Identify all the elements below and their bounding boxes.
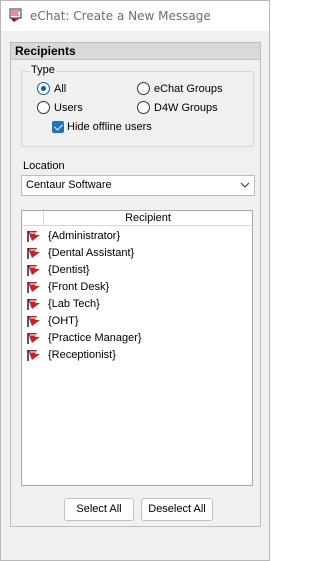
radio-echat-groups-indicator[interactable] — [137, 82, 150, 95]
recipients-panel: Recipients Type All eChat Groups Users D… — [10, 42, 261, 527]
recipient-name: {Front Desk} — [48, 281, 110, 293]
location-select-value: Centaur Software — [26, 179, 112, 191]
radio-all-label: All — [54, 82, 67, 95]
recipient-row[interactable]: {Administrator} — [22, 228, 252, 245]
group-flag-icon — [27, 231, 40, 242]
type-groupbox: Type All eChat Groups Users D4W Groups H… — [21, 64, 254, 147]
group-flag-icon — [27, 299, 40, 310]
deselect-all-button[interactable]: Deselect All — [141, 498, 213, 521]
hide-offline-checkbox[interactable]: Hide offline users — [52, 121, 152, 133]
window-title: eChat: Create a New Message — [30, 9, 211, 23]
recipient-row[interactable]: {Front Desk} — [22, 279, 252, 296]
radio-users[interactable]: Users — [37, 101, 83, 114]
recipient-rows: {Administrator} {Dental Assistant} {Dentis… — [22, 228, 252, 364]
icon-column-header[interactable] — [22, 211, 44, 226]
location-label: Location — [23, 160, 65, 172]
radio-users-label: Users — [54, 101, 83, 114]
radio-all[interactable]: All — [37, 82, 66, 95]
recipient-name: {Receptionist} — [48, 349, 116, 361]
chevron-down-icon[interactable] — [240, 180, 250, 190]
recipient-name: {OHT} — [48, 315, 79, 327]
radio-echat-groups[interactable]: eChat Groups — [137, 82, 222, 95]
hide-offline-label: Hide offline users — [67, 121, 152, 133]
radio-d4w-groups-label: D4W Groups — [154, 101, 218, 114]
group-flag-icon — [27, 316, 40, 327]
group-flag-icon — [27, 282, 40, 293]
recipients-header: Recipients — [11, 43, 260, 60]
group-flag-icon — [27, 350, 40, 361]
type-group-label: Type — [30, 64, 56, 76]
recipient-list-header: Recipient — [22, 211, 252, 226]
recipient-name: {Dental Assistant} — [48, 247, 135, 259]
radio-d4w-groups[interactable]: D4W Groups — [137, 101, 218, 114]
radio-all-indicator[interactable] — [37, 82, 50, 95]
echat-window: eChat: Create a New Message Recipients T… — [0, 0, 270, 561]
recipient-row[interactable]: {Lab Tech} — [22, 296, 252, 313]
recipient-row[interactable]: {OHT} — [22, 313, 252, 330]
radio-d4w-groups-indicator[interactable] — [137, 101, 150, 114]
group-flag-icon — [27, 248, 40, 259]
recipient-list[interactable]: Recipient {Administrator} {Dental Assista… — [21, 210, 253, 486]
group-flag-icon — [27, 265, 40, 276]
recipient-row[interactable]: {Dentist} — [22, 262, 252, 279]
select-all-button[interactable]: Select All — [64, 498, 134, 521]
recipient-name: {Lab Tech} — [48, 298, 100, 310]
recipient-column-header[interactable]: Recipient — [44, 211, 252, 226]
radio-users-indicator[interactable] — [37, 101, 50, 114]
echat-app-icon — [9, 8, 22, 22]
recipient-row[interactable]: {Dental Assistant} — [22, 245, 252, 262]
radio-echat-groups-label: eChat Groups — [154, 82, 223, 95]
group-flag-icon — [27, 333, 40, 344]
recipient-row[interactable]: {Practice Manager} — [22, 330, 252, 347]
recipient-name: {Dentist} — [48, 264, 90, 276]
location-select[interactable]: Centaur Software — [21, 175, 255, 196]
recipient-name: {Administrator} — [48, 230, 121, 242]
title-bar[interactable]: eChat: Create a New Message — [1, 1, 269, 31]
recipient-name: {Practice Manager} — [48, 332, 142, 344]
hide-offline-check-indicator[interactable] — [52, 121, 64, 133]
recipients-header-label: Recipients — [15, 44, 76, 58]
recipient-row[interactable]: {Receptionist} — [22, 347, 252, 364]
